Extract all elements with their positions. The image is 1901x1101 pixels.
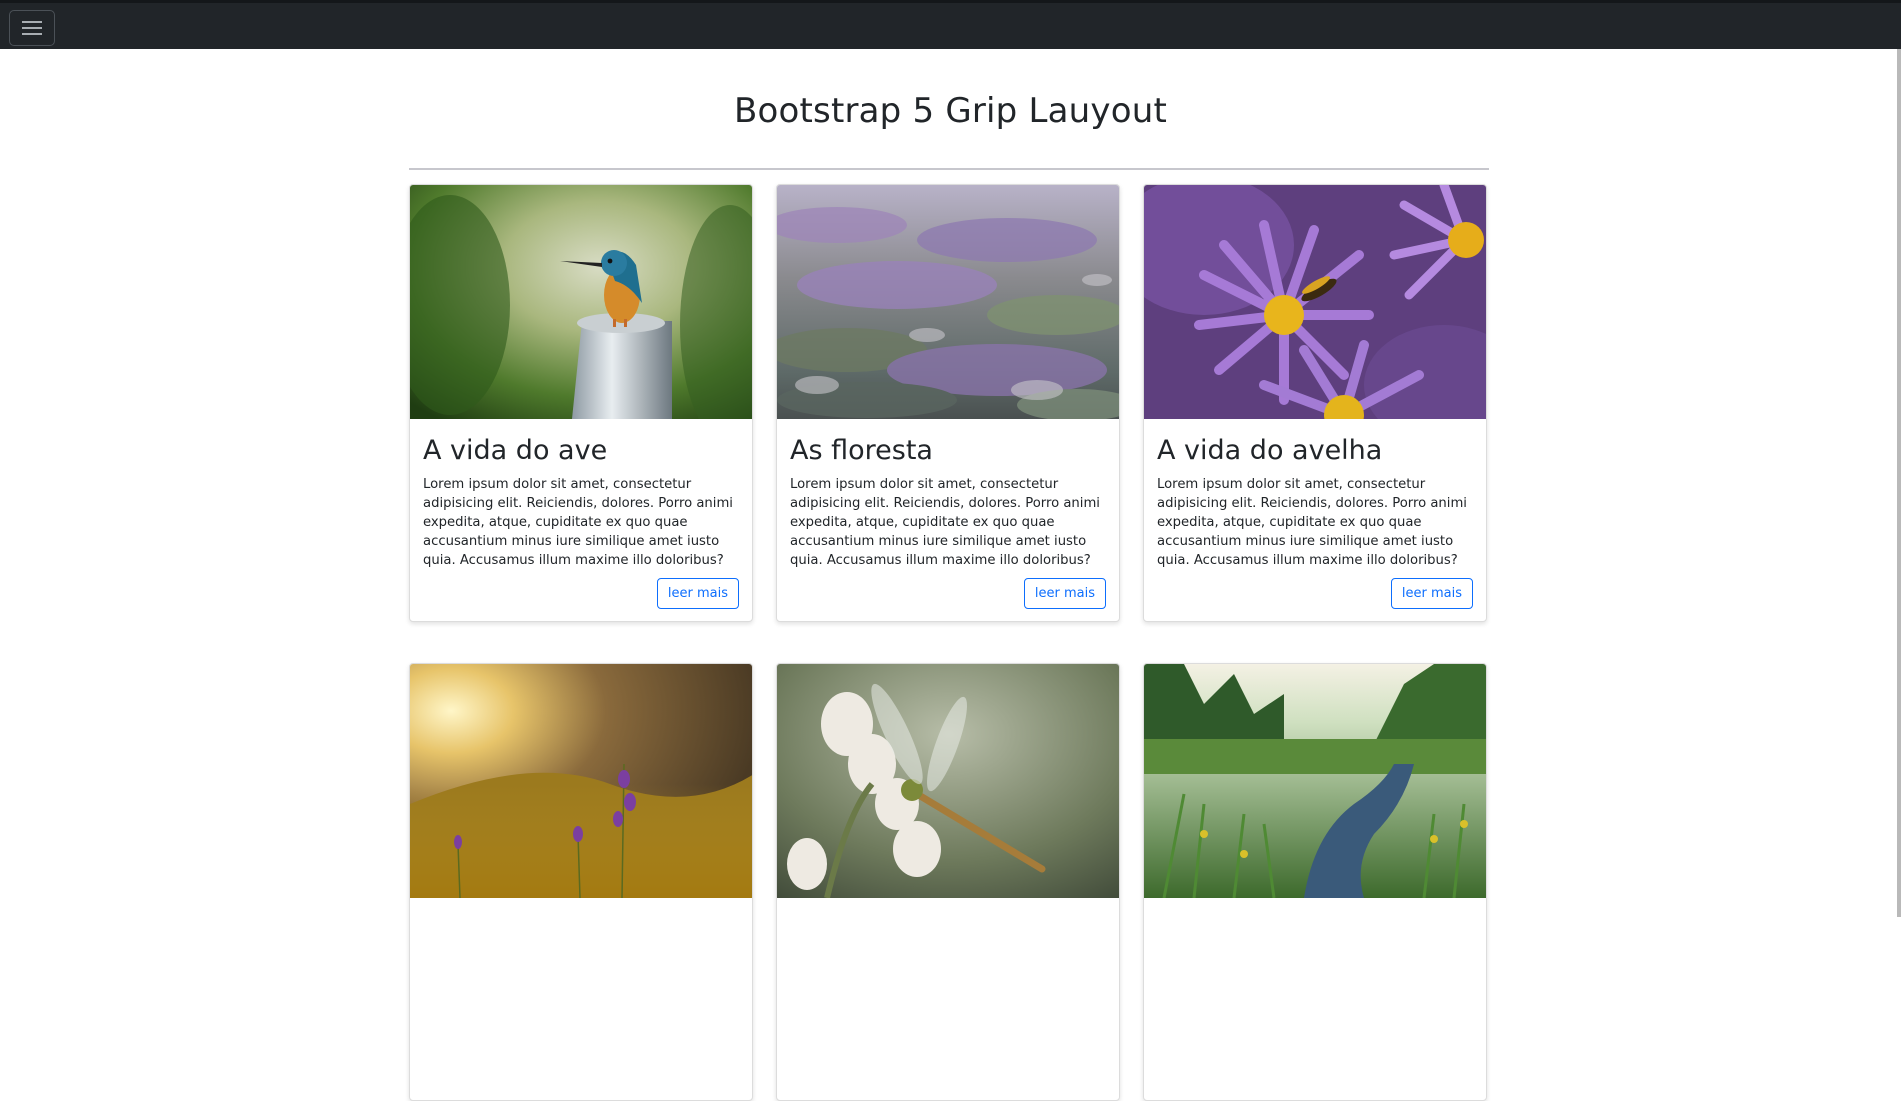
- card: [409, 663, 753, 1101]
- card-title: A vida do avelha: [1157, 435, 1383, 466]
- card-text: Lorem ipsum dolor sit amet, consectetur …: [790, 477, 1100, 568]
- dragonfly-photo: [777, 664, 1119, 898]
- page-title: Bootstrap 5 Grip Lauyout: [733, 91, 1168, 131]
- read-more-button[interactable]: leer mais: [1390, 578, 1473, 609]
- card: As floresta Lorem ipsum dolor sit amet, …: [776, 184, 1120, 622]
- navbar: [0, 0, 1901, 49]
- card-title: A vida do ave: [423, 435, 608, 466]
- hamburger-menu-icon: [22, 21, 42, 35]
- card: A vida do ave Lorem ipsum dolor sit amet…: [409, 184, 753, 622]
- card-text: Lorem ipsum dolor sit amet, consectetur …: [423, 477, 733, 568]
- card: [776, 663, 1120, 1101]
- card-text: Lorem ipsum dolor sit amet, consectetur …: [1157, 477, 1467, 568]
- forest-stream-photo: [1144, 664, 1486, 898]
- read-more-button[interactable]: leer mais: [656, 578, 739, 609]
- purple-aster-bee-photo: [1144, 185, 1486, 419]
- card: A vida do avelha Lorem ipsum dolor sit a…: [1143, 184, 1487, 622]
- sunset-meadow-photo: [410, 664, 752, 898]
- card: [1143, 663, 1487, 1101]
- scrollbar[interactable]: [1897, 49, 1901, 917]
- card-title: As floresta: [790, 435, 933, 466]
- heather-field-photo: [777, 185, 1119, 419]
- read-more-button[interactable]: leer mais: [1023, 578, 1106, 609]
- navbar-toggle-button[interactable]: [9, 10, 55, 46]
- kingfisher-photo: [410, 185, 752, 419]
- divider: [409, 168, 1489, 170]
